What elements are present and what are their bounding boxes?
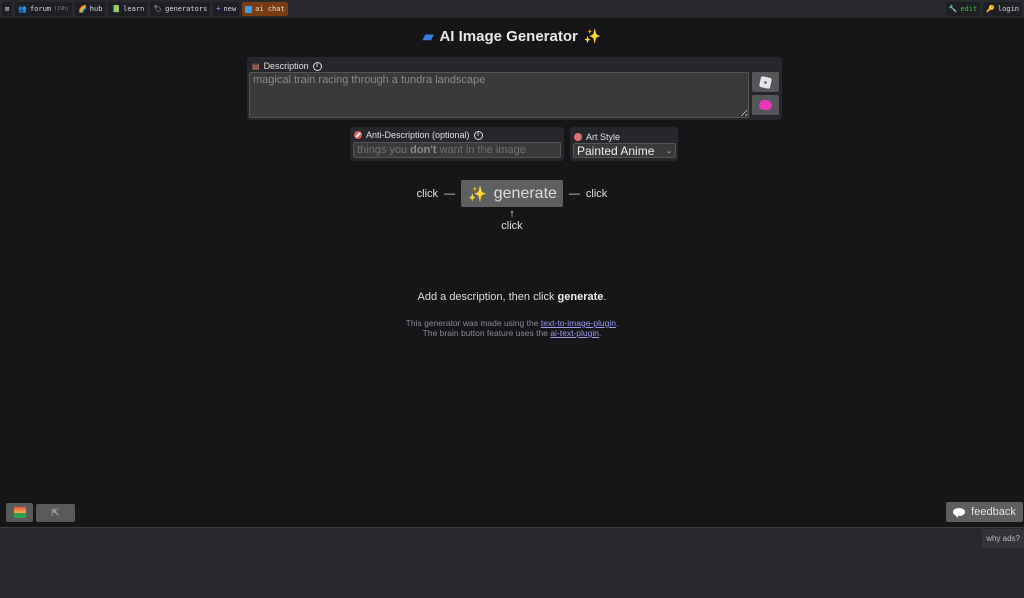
landscape-image-icon [13, 507, 26, 518]
credits-text: This generator was made using the text-t… [405, 318, 619, 338]
document-icon: ▤ [252, 61, 260, 71]
speech-bubble-icon [953, 508, 966, 518]
click-hint-left: click [416, 187, 439, 200]
nav-login[interactable]: 🔑 login [983, 2, 1022, 16]
art-style-select[interactable]: Painted Anime ⌄ [573, 143, 676, 158]
nav-generators[interactable]: 🏷 generators [150, 2, 211, 16]
art-style-label: Art Style [572, 131, 676, 143]
dice-icon [758, 75, 773, 89]
top-nav-bar: ⊠ 👥 forum (19h) 🌈 hub 📗 learn 🏷 generato… [0, 0, 1024, 18]
learn-icon: 📗 [111, 4, 121, 13]
paintbrush-icon: ▰ [422, 28, 434, 44]
key-icon: 🔑 [986, 4, 995, 13]
palette-icon [574, 133, 582, 141]
random-generator-button[interactable]: ⊠ [2, 2, 13, 16]
generate-row: click — ✨ generate — click [0, 180, 1024, 207]
description-label: ▤ Description i [250, 60, 779, 72]
chevron-down-icon: ⌄ [666, 147, 672, 155]
arrow-up-icon: ↑ [509, 208, 515, 220]
anti-description-panel: Anti-Description (optional) i things you… [350, 127, 564, 161]
sparkles-icon: ✨ [468, 185, 487, 203]
text-to-image-plugin-link[interactable]: text-to-image-plugin [541, 318, 616, 328]
nav-forum[interactable]: 👥 forum (19h) [15, 2, 73, 16]
arrow-left-icon: — [568, 187, 580, 200]
generate-button[interactable]: ✨ generate [461, 180, 563, 207]
ai-description-button[interactable] [752, 95, 779, 115]
magic-wand-icon: ✨ [583, 28, 602, 44]
wrench-icon: 🔧 [948, 4, 958, 13]
nav-ai-chat[interactable]: ai chat [242, 2, 288, 16]
ad-area [0, 527, 1024, 598]
info-icon[interactable]: i [312, 61, 322, 71]
ai-text-plugin-link[interactable]: ai-text-plugin [550, 328, 599, 338]
forum-icon: 👥 [18, 4, 27, 13]
nav-edit[interactable]: 🔧 edit [945, 2, 981, 16]
nav-learn[interactable]: 📗 learn [108, 2, 148, 16]
rainbow-icon: 🌈 [78, 4, 87, 13]
anti-description-input[interactable]: things you don't want in the image [353, 142, 561, 158]
plus-icon: + [216, 4, 221, 13]
why-ads-button[interactable]: why ads? [982, 529, 1024, 548]
arrow-up-left-icon: ⇱ [51, 507, 60, 519]
page-title: ▰ AI Image Generator ✨ [422, 28, 602, 45]
description-input[interactable]: magical train racing through a tundra la… [249, 72, 749, 118]
brain-icon [759, 100, 772, 110]
description-panel: ▤ Description i magical train racing thr… [247, 57, 782, 120]
prohibited-icon [354, 131, 362, 139]
feedback-button[interactable]: feedback [946, 502, 1023, 522]
tags-icon: 🏷 [153, 4, 163, 13]
shuffle-icon: ⊠ [5, 4, 10, 13]
arrow-right-icon: — [444, 187, 456, 200]
click-hint-below: ↑ click [0, 208, 1024, 232]
click-hint-right: click [585, 187, 608, 200]
nav-new[interactable]: + new [213, 2, 240, 16]
nav-hub[interactable]: 🌈 hub [75, 2, 106, 16]
expand-button[interactable]: ⇱ [36, 504, 75, 522]
instruction-text: Add a description, then click generate. [417, 291, 607, 303]
art-style-panel: Art Style Painted Anime ⌄ [570, 127, 678, 161]
random-description-button[interactable] [752, 72, 779, 92]
chat-icon [245, 5, 253, 13]
forum-count: (19h) [54, 6, 70, 12]
info-icon[interactable]: i [473, 130, 483, 140]
anti-description-label: Anti-Description (optional) i [352, 129, 562, 141]
gallery-button[interactable] [6, 503, 33, 522]
